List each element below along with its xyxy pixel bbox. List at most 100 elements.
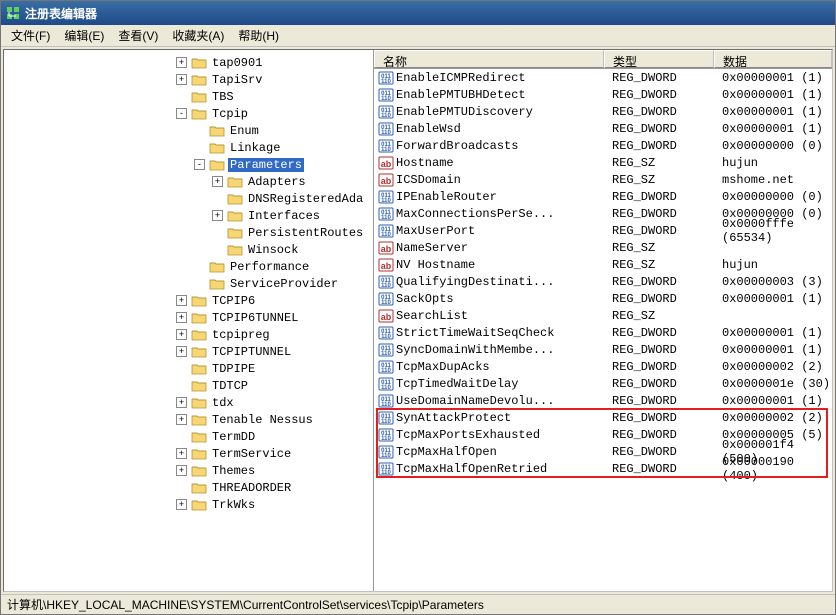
tree-item-label[interactable]: Adapters [246,175,308,189]
tree-item-label[interactable]: DNSRegisteredAda [246,192,365,206]
expand-icon[interactable]: + [176,346,187,357]
tree-item-label[interactable]: Linkage [228,141,282,155]
tree-item-label[interactable]: TapiSrv [210,73,264,87]
value-row[interactable]: abNV HostnameREG_SZhujun [374,256,832,273]
expand-icon[interactable]: + [176,312,187,323]
tree-item-label[interactable]: Interfaces [246,209,322,223]
tree-item-label[interactable]: TermService [210,447,293,461]
tree-item-label[interactable]: TrkWks [210,498,257,512]
menu-help[interactable]: 帮助(H) [232,25,285,46]
tree-item-label[interactable]: Tenable Nessus [210,413,315,427]
expand-icon[interactable]: + [176,329,187,340]
column-name[interactable]: 名称 [374,50,604,68]
tree-item[interactable]: + tdx [6,394,371,411]
tree-item[interactable]: - Parameters [6,156,371,173]
value-row[interactable]: 011110TcpMaxHalfOpenRetriedREG_DWORD0x00… [374,460,832,477]
tree-item[interactable]: + TapiSrv [6,71,371,88]
value-row[interactable]: 011110ForwardBroadcastsREG_DWORD0x000000… [374,137,832,154]
column-type[interactable]: 类型 [604,50,714,68]
tree-item-label[interactable]: tap0901 [210,56,264,70]
tree-item-label[interactable]: TCPIPTUNNEL [210,345,293,359]
tree-item-label[interactable]: Enum [228,124,261,138]
value-row[interactable]: 011110QualifyingDestinati...REG_DWORD0x0… [374,273,832,290]
value-row[interactable]: 011110TcpTimedWaitDelayREG_DWORD0x000000… [374,375,832,392]
tree-item[interactable]: DNSRegisteredAda [6,190,371,207]
value-row[interactable]: 011110EnableICMPRedirectREG_DWORD0x00000… [374,69,832,86]
value-row[interactable]: 011110TcpMaxDupAcksREG_DWORD0x00000002 (… [374,358,832,375]
tree-item-label[interactable]: tcpipreg [210,328,272,342]
value-row[interactable]: 011110IPEnableRouterREG_DWORD0x00000000 … [374,188,832,205]
tree-item-label[interactable]: Parameters [228,158,304,172]
value-list[interactable]: 011110EnableICMPRedirectREG_DWORD0x00000… [374,69,832,591]
menu-file[interactable]: 文件(F) [5,25,56,46]
tree-item[interactable]: + tap0901 [6,54,371,71]
tree-item[interactable]: Enum [6,122,371,139]
tree-item[interactable]: + tcpipreg [6,326,371,343]
tree-item[interactable]: TDTCP [6,377,371,394]
tree-item[interactable]: + TCPIP6TUNNEL [6,309,371,326]
expand-icon[interactable]: + [212,210,223,221]
tree-item[interactable]: + TermService [6,445,371,462]
value-row[interactable]: 011110EnablePMTUDiscoveryREG_DWORD0x0000… [374,103,832,120]
tree-item[interactable]: TermDD [6,428,371,445]
tree-item[interactable]: + Adapters [6,173,371,190]
tree-item[interactable]: + TCPIPTUNNEL [6,343,371,360]
expand-icon[interactable]: + [176,57,187,68]
tree-item-label[interactable]: TDTCP [210,379,250,393]
tree-item-label[interactable]: TDPIPE [210,362,257,376]
tree-item[interactable]: - Tcpip [6,105,371,122]
tree-item[interactable]: Winsock [6,241,371,258]
tree-item[interactable]: THREADORDER [6,479,371,496]
tree-item[interactable]: PersistentRoutes [6,224,371,241]
tree-item[interactable]: TDPIPE [6,360,371,377]
tree-item-label[interactable]: Performance [228,260,311,274]
tree-item-label[interactable]: TCPIP6TUNNEL [210,311,300,325]
expand-icon[interactable]: + [212,176,223,187]
menu-view[interactable]: 查看(V) [112,25,164,46]
tree-item[interactable]: + TCPIP6 [6,292,371,309]
value-row[interactable]: 011110SackOptsREG_DWORD0x00000001 (1) [374,290,832,307]
tree-item-label[interactable]: Winsock [246,243,300,257]
tree-item-label[interactable]: PersistentRoutes [246,226,365,240]
expand-icon[interactable]: + [176,295,187,306]
tree-item[interactable]: ServiceProvider [6,275,371,292]
value-row[interactable]: abSearchListREG_SZ [374,307,832,324]
tree-item-label[interactable]: ServiceProvider [228,277,340,291]
tree-item-label[interactable]: Tcpip [210,107,250,121]
value-row[interactable]: 011110StrictTimeWaitSeqCheckREG_DWORD0x0… [374,324,832,341]
tree-item[interactable]: Performance [6,258,371,275]
column-data[interactable]: 数据 [714,50,832,68]
folder-icon [227,192,243,206]
tree-item[interactable]: Linkage [6,139,371,156]
tree-item[interactable]: + TrkWks [6,496,371,513]
value-row[interactable]: abHostnameREG_SZhujun [374,154,832,171]
tree-item-label[interactable]: TCPIP6 [210,294,257,308]
expand-icon[interactable]: + [176,448,187,459]
collapse-icon[interactable]: - [194,159,205,170]
collapse-icon[interactable]: - [176,108,187,119]
menu-edit[interactable]: 编辑(E) [58,25,110,46]
expand-icon[interactable]: + [176,74,187,85]
expand-icon[interactable]: + [176,465,187,476]
tree-item-label[interactable]: Themes [210,464,257,478]
value-row[interactable]: 011110UseDomainNameDevolu...REG_DWORD0x0… [374,392,832,409]
tree-pane[interactable]: + tap0901 + TapiSrv TBS - Tcpip Enum Linkage - Par… [4,50,374,591]
value-row[interactable]: 011110EnablePMTUBHDetectREG_DWORD0x00000… [374,86,832,103]
tree-item-label[interactable]: TBS [210,90,236,104]
tree-item[interactable]: TBS [6,88,371,105]
value-row[interactable]: 011110MaxUserPortREG_DWORD0x0000fffe (65… [374,222,832,239]
value-row[interactable]: 011110SynAttackProtectREG_DWORD0x0000000… [374,409,832,426]
tree-item-label[interactable]: THREADORDER [210,481,293,495]
tree-item[interactable]: + Tenable Nessus [6,411,371,428]
value-row[interactable]: 011110EnableWsdREG_DWORD0x00000001 (1) [374,120,832,137]
value-row[interactable]: 011110SyncDomainWithMembe...REG_DWORD0x0… [374,341,832,358]
tree-item[interactable]: + Interfaces [6,207,371,224]
expand-icon[interactable]: + [176,414,187,425]
expand-icon[interactable]: + [176,499,187,510]
tree-item-label[interactable]: tdx [210,396,236,410]
tree-item-label[interactable]: TermDD [210,430,257,444]
value-row[interactable]: abICSDomainREG_SZmshome.net [374,171,832,188]
tree-item[interactable]: + Themes [6,462,371,479]
expand-icon[interactable]: + [176,397,187,408]
menu-favorites[interactable]: 收藏夹(A) [166,25,230,46]
